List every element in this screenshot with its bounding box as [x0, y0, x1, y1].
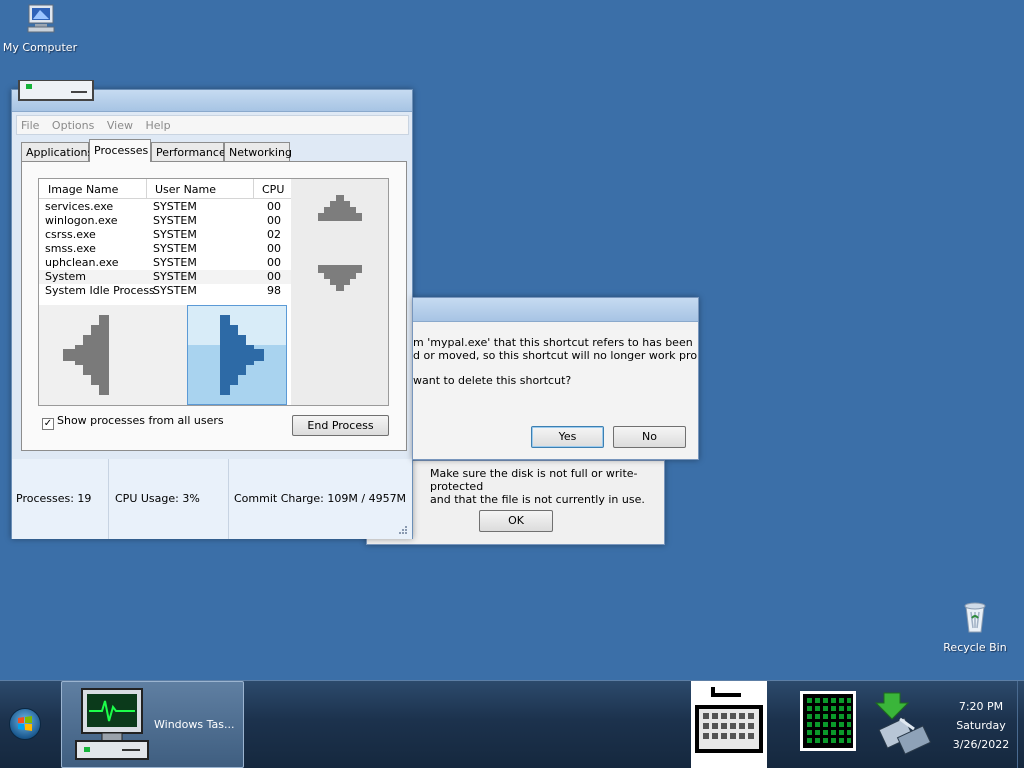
process-cpu: 00 — [267, 242, 281, 255]
table-row[interactable]: winlogon.exe SYSTEM 00 — [39, 214, 291, 228]
process-cpu: 00 — [267, 200, 281, 213]
process-user: SYSTEM — [153, 256, 197, 269]
process-name: uphclean.exe — [45, 256, 119, 269]
error-message-line: Make sure the disk is not full or write-… — [430, 467, 638, 493]
keyboard-icon[interactable] — [691, 681, 767, 768]
dialog-message-line: m 'mypal.exe' that this shortcut refers … — [413, 336, 693, 349]
status-processes: Processes: 19 — [12, 459, 109, 539]
show-desktop-button[interactable] — [1017, 681, 1024, 768]
dialog-message: m 'mypal.exe' that this shortcut refers … — [413, 336, 698, 362]
process-cpu: 00 — [267, 214, 281, 227]
dialog-question: want to delete this shortcut? — [413, 374, 572, 387]
table-row[interactable]: uphclean.exe SYSTEM 00 — [39, 256, 291, 270]
resize-grip-icon[interactable] — [398, 525, 408, 535]
table-row[interactable]: System SYSTEM 00 — [39, 270, 291, 284]
process-user: SYSTEM — [153, 200, 197, 213]
title-bar[interactable] — [413, 298, 698, 322]
column-cpu[interactable]: CPU — [254, 179, 291, 199]
tab-performance[interactable]: Performance — [151, 142, 226, 161]
process-name: winlogon.exe — [45, 214, 118, 227]
tab-applications[interactable]: Applications — [21, 142, 93, 161]
desktop-icon-my-computer[interactable]: My Computer — [0, 2, 82, 54]
column-image-name[interactable]: Image Name — [39, 179, 147, 199]
process-cpu: 98 — [267, 284, 281, 297]
process-cpu: 02 — [267, 228, 281, 241]
desktop-icon-recycle-bin[interactable]: Recycle Bin — [933, 600, 1017, 654]
task-manager-window: File Options View Help Applications Proc… — [11, 80, 413, 539]
checkbox-checked-icon[interactable]: ✓ — [42, 418, 54, 430]
yes-button[interactable]: Yes — [531, 426, 604, 448]
menu-options[interactable]: Options — [48, 116, 99, 132]
status-cpu-usage: CPU Usage: 3% — [109, 459, 229, 539]
process-cpu: 00 — [267, 256, 281, 269]
tab-networking[interactable]: Networking — [224, 142, 292, 161]
table-row[interactable]: System Idle Process SYSTEM 98 — [39, 284, 291, 298]
status-commit-text: Commit Charge: 109M / 4957M — [234, 492, 407, 505]
scroll-right-arrow-button[interactable] — [187, 305, 287, 405]
clock-day: Saturday — [956, 719, 1006, 732]
process-user: SYSTEM — [153, 242, 197, 255]
process-user: SYSTEM — [153, 284, 197, 297]
status-commit-charge: Commit Charge: 109M / 4957M — [229, 459, 412, 539]
taskbar-button-label: Windows Tas... — [154, 718, 235, 731]
my-computer-icon — [27, 4, 55, 33]
tab-processes[interactable]: Processes — [89, 139, 151, 162]
taskbar-button-task-manager[interactable]: Windows Tas... — [61, 681, 244, 768]
end-process-button[interactable]: End Process — [292, 415, 389, 436]
scroll-down-arrow-icon[interactable] — [315, 263, 365, 293]
process-name: services.exe — [45, 200, 114, 213]
scroll-up-arrow-icon[interactable] — [315, 193, 365, 223]
system-clock[interactable]: 7:20 PM Saturday 3/26/2022 — [944, 697, 1018, 754]
menu-help[interactable]: Help — [141, 116, 175, 132]
show-all-users-checkbox[interactable]: ✓ Show processes from all users — [42, 414, 224, 430]
process-list[interactable]: Image Name User Name CPU services.exe SY… — [38, 178, 389, 406]
desktop-icon-label: My Computer — [2, 41, 78, 54]
process-name: System — [45, 270, 87, 283]
task-manager-icon — [75, 688, 149, 760]
process-user: SYSTEM — [153, 270, 197, 283]
dialog-message-line: d or moved, so this shortcut will no lon… — [413, 349, 698, 362]
desktop-icon-label: Recycle Bin — [943, 641, 1007, 654]
menu-view[interactable]: View — [103, 116, 138, 132]
cpu-usage-meter-icon[interactable] — [800, 691, 856, 751]
status-bar: Processes: 19 CPU Usage: 3% Commit Charg… — [12, 459, 412, 539]
delete-shortcut-dialog: m 'mypal.exe' that this shortcut refers … — [412, 297, 699, 460]
menu-file[interactable]: File — [17, 116, 44, 132]
dialog-body: m 'mypal.exe' that this shortcut refers … — [413, 322, 698, 459]
process-name: csrss.exe — [45, 228, 96, 241]
process-user: SYSTEM — [153, 228, 197, 241]
column-user-name[interactable]: User Name — [147, 179, 254, 199]
menu-bar: File Options View Help — [16, 115, 409, 135]
process-name: smss.exe — [45, 242, 96, 255]
scroll-right-arrow-icon — [220, 315, 264, 395]
no-button[interactable]: No — [613, 426, 686, 448]
ok-button[interactable]: OK — [479, 510, 553, 532]
network-icon[interactable] — [870, 689, 936, 757]
table-row[interactable]: services.exe SYSTEM 00 — [39, 200, 291, 214]
status-processes-text: Processes: 19 — [16, 492, 92, 505]
checkbox-label: Show processes from all users — [57, 414, 224, 427]
process-user: SYSTEM — [153, 214, 197, 227]
list-header: Image Name User Name CPU — [39, 179, 291, 199]
status-cpu-text: CPU Usage: 3% — [115, 492, 200, 505]
process-cpu: 00 — [267, 270, 281, 283]
error-message-line: and that the file is not currently in us… — [430, 493, 645, 506]
task-manager-icon — [18, 80, 94, 101]
processes-pane: Image Name User Name CPU services.exe SY… — [21, 161, 407, 451]
scroll-left-arrow-icon — [63, 315, 109, 395]
taskbar: Windows Tas... 7:20 PM Saturday 3/26/202… — [0, 680, 1024, 768]
start-button[interactable] — [9, 708, 41, 740]
clock-date: 3/26/2022 — [952, 738, 1010, 751]
table-row[interactable]: smss.exe SYSTEM 00 — [39, 242, 291, 256]
windows-logo-icon — [18, 716, 32, 731]
table-row[interactable]: csrss.exe SYSTEM 02 — [39, 228, 291, 242]
error-message: Make sure the disk is not full or write-… — [430, 467, 666, 506]
recycle-bin-icon — [964, 602, 986, 633]
vertical-scrollbar[interactable] — [291, 179, 388, 405]
process-name: System Idle Process — [45, 284, 155, 297]
scroll-left-arrow-button[interactable] — [39, 305, 187, 405]
clock-time: 7:20 PM — [958, 700, 1004, 713]
